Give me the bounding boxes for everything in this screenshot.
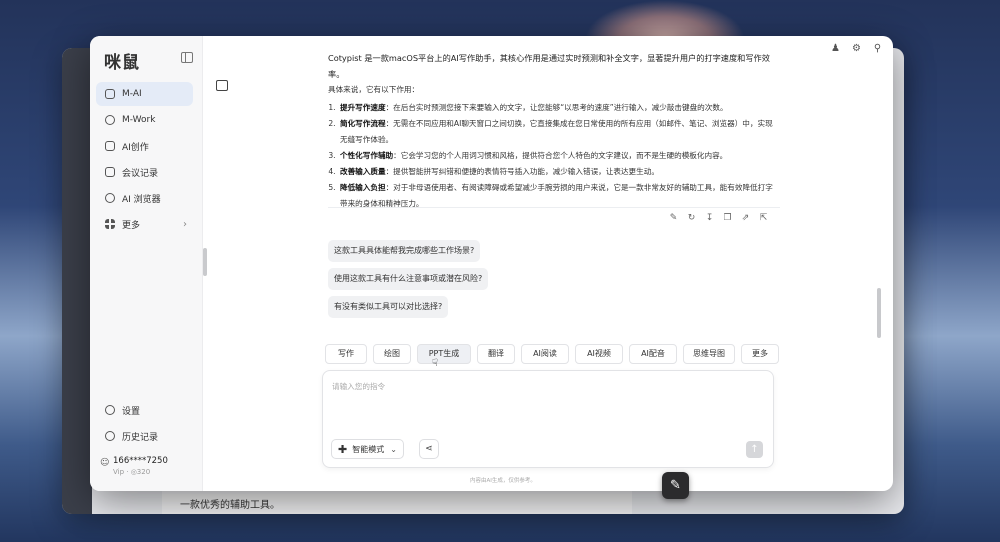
sidebar-item-history[interactable]: 历史记录 [96, 424, 193, 448]
sidebar-item-label: 设置 [122, 406, 141, 417]
scrollbar-thumb[interactable] [877, 288, 881, 338]
suggestion-chip[interactable]: 有没有类似工具可以对比选择? [328, 296, 449, 318]
browser-icon [105, 193, 115, 203]
grid-icon [105, 219, 115, 229]
tool-ppt-button[interactable]: PPT生成 [417, 344, 471, 364]
sidebar-item-label: 更多 [122, 220, 141, 231]
resize-handle[interactable] [203, 248, 207, 276]
paperclip-icon: ⋖ [425, 444, 433, 454]
ai-answer: Cotypist 是一款macOS平台上的AI写作助手，其核心作用是通过实时预测… [328, 50, 776, 212]
work-icon [105, 115, 115, 125]
background-window-text: 一款优秀的辅助工具。 [180, 500, 280, 511]
sidebar-item-m-work[interactable]: M-Work [96, 108, 193, 132]
tool-bar: 写作 绘图 PPT生成 翻译 AI阅读 AI视频 AI配音 思维导图 更多 [325, 344, 779, 364]
new-chat-icon[interactable] [216, 80, 228, 91]
list-item: 个性化写作辅助：它会学习您的个人用词习惯和风格，提供符合您个人特色的文字建议，而… [338, 148, 776, 164]
user-vip-status: Vip · ◎320 [113, 468, 151, 476]
sidebar-item-label: M-Work [122, 115, 156, 125]
sidebar-item-label: AI 浏览器 [122, 194, 161, 205]
tool-translate-button[interactable]: 翻译 [477, 344, 515, 364]
key-icon[interactable]: ⚲ [872, 43, 883, 54]
tool-more-button[interactable]: 更多 [741, 344, 779, 364]
user-name: 166****7250 [113, 456, 168, 466]
export-icon[interactable]: ⇗ [740, 213, 751, 224]
sidebar-item-label: 会议记录 [122, 168, 159, 179]
refresh-icon[interactable]: ↻ [686, 213, 697, 224]
sidebar-item-label: M-AI [122, 89, 142, 99]
sidebar: 咪鼠 M-AI M-Work AI创作 会议记录 AI 浏览器 更多 › 设置 … [90, 36, 203, 491]
mode-plus-icon: ✚ [338, 442, 348, 456]
attach-button[interactable]: ⋖ [419, 439, 439, 459]
chevron-down-icon: ⌄ [390, 444, 397, 454]
tool-ai-dub-button[interactable]: AI配音 [629, 344, 677, 364]
share-icon[interactable]: ⇱ [758, 213, 769, 224]
sidebar-item-label: AI创作 [122, 142, 149, 153]
answer-list: 提升写作速度：在后台实时预测您接下来要输入的文字，让您能够“以思考的速度”进行输… [328, 100, 776, 212]
user-icon: ☺ [100, 458, 110, 468]
point-text: ：在后台实时预测您接下来要输入的文字，让您能够“以思考的速度”进行输入，减少敲击… [385, 103, 728, 112]
divider [328, 207, 780, 208]
point-title: 降低输入负担 [340, 183, 386, 192]
mode-label: 智能模式 [352, 444, 385, 454]
list-item: 简化写作流程：无需在不同应用和AI聊天窗口之间切换，它直接集成在您日常使用的所有… [338, 116, 776, 148]
sidebar-item-browser[interactable]: AI 浏览器 [96, 186, 193, 210]
prompt-input[interactable]: 请输入您的指令 [332, 381, 385, 392]
point-title: 个性化写作辅助 [340, 151, 394, 160]
background-window-sidebar [62, 48, 92, 514]
tool-draw-button[interactable]: 绘图 [373, 344, 411, 364]
gear-icon [105, 405, 115, 415]
chevron-right-icon: › [183, 218, 187, 230]
point-text: ：对于非母语使用者、有阅读障碍或希望减少手腕劳损的用户来说，它是一款非常友好的辅… [340, 183, 773, 208]
mouse-cursor-icon: ☟ [432, 358, 439, 369]
point-text: ：提供智能拼写纠错和便捷的表情符号插入功能，减少输入错误，让表达更生动。 [385, 167, 659, 176]
sidebar-item-meeting[interactable]: 会议记录 [96, 160, 193, 184]
suggestion-chip[interactable]: 这款工具具体能帮我完成哪些工作场景? [328, 240, 481, 262]
sidebar-item-m-ai[interactable]: M-AI [96, 82, 193, 106]
suggestion-chip[interactable]: 使用这款工具有什么注意事项或潜在风险? [328, 268, 489, 290]
list-item: 改善输入质量：提供智能拼写纠错和便捷的表情符号插入功能，减少输入错误，让表达更生… [338, 164, 776, 180]
app-window: 咪鼠 M-AI M-Work AI创作 会议记录 AI 浏览器 更多 › 设置 … [90, 36, 893, 491]
sidebar-item-label: 历史记录 [122, 432, 159, 443]
point-text: ：它会学习您的个人用词习惯和风格，提供符合您个人特色的文字建议，而不是生硬的模板… [393, 151, 728, 160]
answer-actions: ✎ ↻ ↧ ❐ ⇗ ⇱ [668, 213, 769, 224]
mode-select[interactable]: ✚ 智能模式 ⌄ [331, 439, 404, 459]
point-text: ：无需在不同应用和AI聊天窗口之间切换，它直接集成在您日常使用的所有应用（如邮件… [340, 119, 773, 144]
app-logo: 咪鼠 [104, 53, 140, 73]
answer-intro-2: 具体来说，它有以下作用： [328, 85, 420, 94]
point-title: 改善输入质量 [340, 167, 386, 176]
top-toolbar: ♟ ⚙ ⚲ [830, 43, 883, 54]
copy-icon[interactable]: ❐ [722, 213, 733, 224]
pen-icon: ✎ [670, 478, 681, 493]
prompt-composer[interactable]: 请输入您的指令 ✚ 智能模式 ⌄ ⋖ ↑ [322, 370, 774, 468]
chat-icon [105, 89, 115, 99]
list-item: 提升写作速度：在后台实时预测您接下来要输入的文字，让您能够“以思考的速度”进行输… [338, 100, 776, 116]
download-icon[interactable]: ↧ [704, 213, 715, 224]
tool-ai-video-button[interactable]: AI视频 [575, 344, 623, 364]
sidebar-item-ai-create[interactable]: AI创作 [96, 134, 193, 158]
image-icon [105, 141, 115, 151]
arrow-up-icon: ↑ [750, 444, 759, 455]
clock-icon [105, 431, 115, 441]
ai-disclaimer: 内容由AI生成，仅供参考。 [470, 478, 536, 484]
point-title: 简化写作流程 [340, 119, 386, 128]
edit-icon[interactable]: ✎ [668, 213, 679, 224]
tool-ai-read-button[interactable]: AI阅读 [521, 344, 569, 364]
account-icon[interactable]: ♟ [830, 43, 841, 54]
sidebar-item-settings[interactable]: 设置 [96, 398, 193, 422]
tool-mindmap-button[interactable]: 思维导图 [683, 344, 735, 364]
send-button[interactable]: ↑ [746, 441, 763, 458]
point-title: 提升写作速度 [340, 103, 386, 112]
meeting-icon [105, 167, 115, 177]
sidebar-item-more[interactable]: 更多 › [96, 212, 193, 236]
floating-edit-button[interactable]: ✎ [662, 472, 689, 499]
sidebar-collapse-icon[interactable] [181, 52, 193, 63]
answer-intro: Cotypist 是一款macOS平台上的AI写作助手，其核心作用是通过实时预测… [328, 53, 770, 79]
gear-icon[interactable]: ⚙ [851, 43, 862, 54]
tool-write-button[interactable]: 写作 [325, 344, 367, 364]
